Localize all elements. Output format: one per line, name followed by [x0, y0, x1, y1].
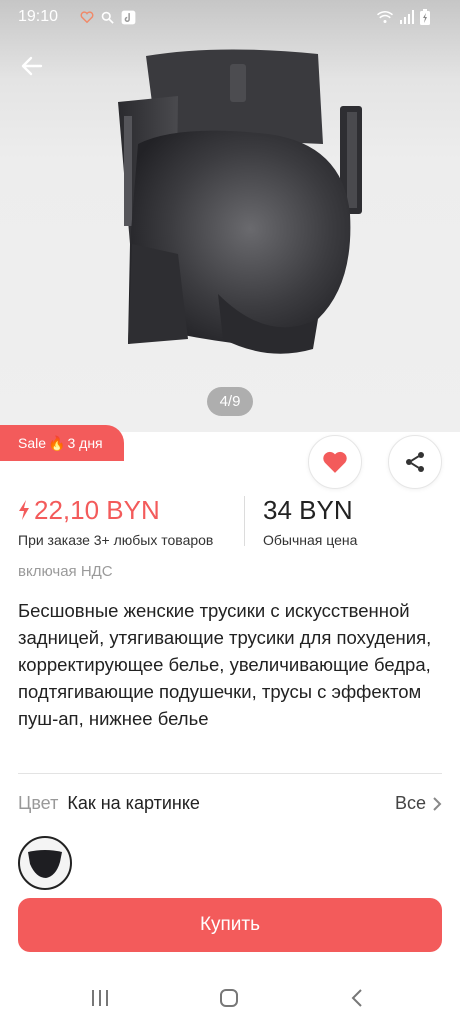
product-gallery[interactable]: 19:10 4/9: [0, 0, 460, 432]
home-icon: [220, 989, 238, 1007]
all-colors-link[interactable]: Все: [395, 793, 442, 814]
product-image[interactable]: [118, 44, 368, 364]
vat-note: включая НДС: [18, 563, 113, 580]
all-colors-label: Все: [394, 793, 426, 813]
regular-price-note: Обычная цена: [263, 532, 358, 548]
battery-icon: [420, 9, 430, 25]
regular-price: 34 BYN: [263, 495, 353, 525]
color-selector-row[interactable]: Цвет Как на картинке Все: [18, 793, 442, 819]
image-page-counter: 4/9: [207, 387, 253, 416]
system-nav-bar: [0, 972, 460, 1024]
buy-button[interactable]: Купить: [18, 898, 442, 952]
status-bar: 19:10: [0, 0, 460, 34]
chevron-left-icon: [351, 989, 362, 1007]
arrow-left-icon: [21, 56, 43, 76]
sale-price-note: При заказе 3+ любых товаров: [18, 532, 214, 548]
product-title: Бесшовные женские трусики с искусственно…: [18, 600, 432, 729]
heart-icon: [323, 451, 347, 473]
home-button[interactable]: [209, 984, 249, 1012]
signal-icon: [400, 10, 414, 24]
back-button[interactable]: [12, 48, 52, 84]
status-right-icons: [376, 7, 430, 27]
favorite-button[interactable]: [308, 435, 362, 489]
system-back-button[interactable]: [337, 984, 377, 1012]
sale-duration: 3 дня: [67, 435, 103, 451]
sale-label: Sale: [18, 435, 47, 451]
lightning-icon: [19, 500, 29, 520]
divider: [18, 773, 442, 774]
color-swatch[interactable]: [18, 836, 72, 890]
recent-apps-button[interactable]: [80, 984, 120, 1012]
swatch-thumbnail: [28, 850, 62, 878]
price-divider: [244, 496, 245, 546]
tiktok-status-icon: [121, 10, 136, 24]
status-left-icons: [80, 8, 136, 26]
search-status-icon: [101, 11, 114, 24]
wifi-icon: [377, 11, 393, 23]
regular-price-block: 34 BYN Обычная цена: [263, 494, 357, 548]
chevron-right-icon: [433, 796, 442, 811]
share-icon: [406, 452, 424, 472]
fire-icon: 🔥: [48, 434, 66, 451]
sale-price: 22,10 BYN: [18, 494, 213, 526]
share-button[interactable]: [388, 435, 442, 489]
color-value: Как на картинке: [67, 793, 200, 813]
color-label: Цвет: [18, 793, 59, 813]
sale-price-value: 22,10 BYN: [34, 495, 160, 525]
sale-price-block: 22,10 BYN При заказе 3+ любых товаров: [18, 494, 213, 548]
status-time: 19:10: [18, 8, 59, 25]
sale-badge: Sale 🔥 3 дня: [0, 425, 124, 461]
heart-status-icon: [80, 11, 94, 24]
recent-apps-icon: [92, 990, 108, 1006]
